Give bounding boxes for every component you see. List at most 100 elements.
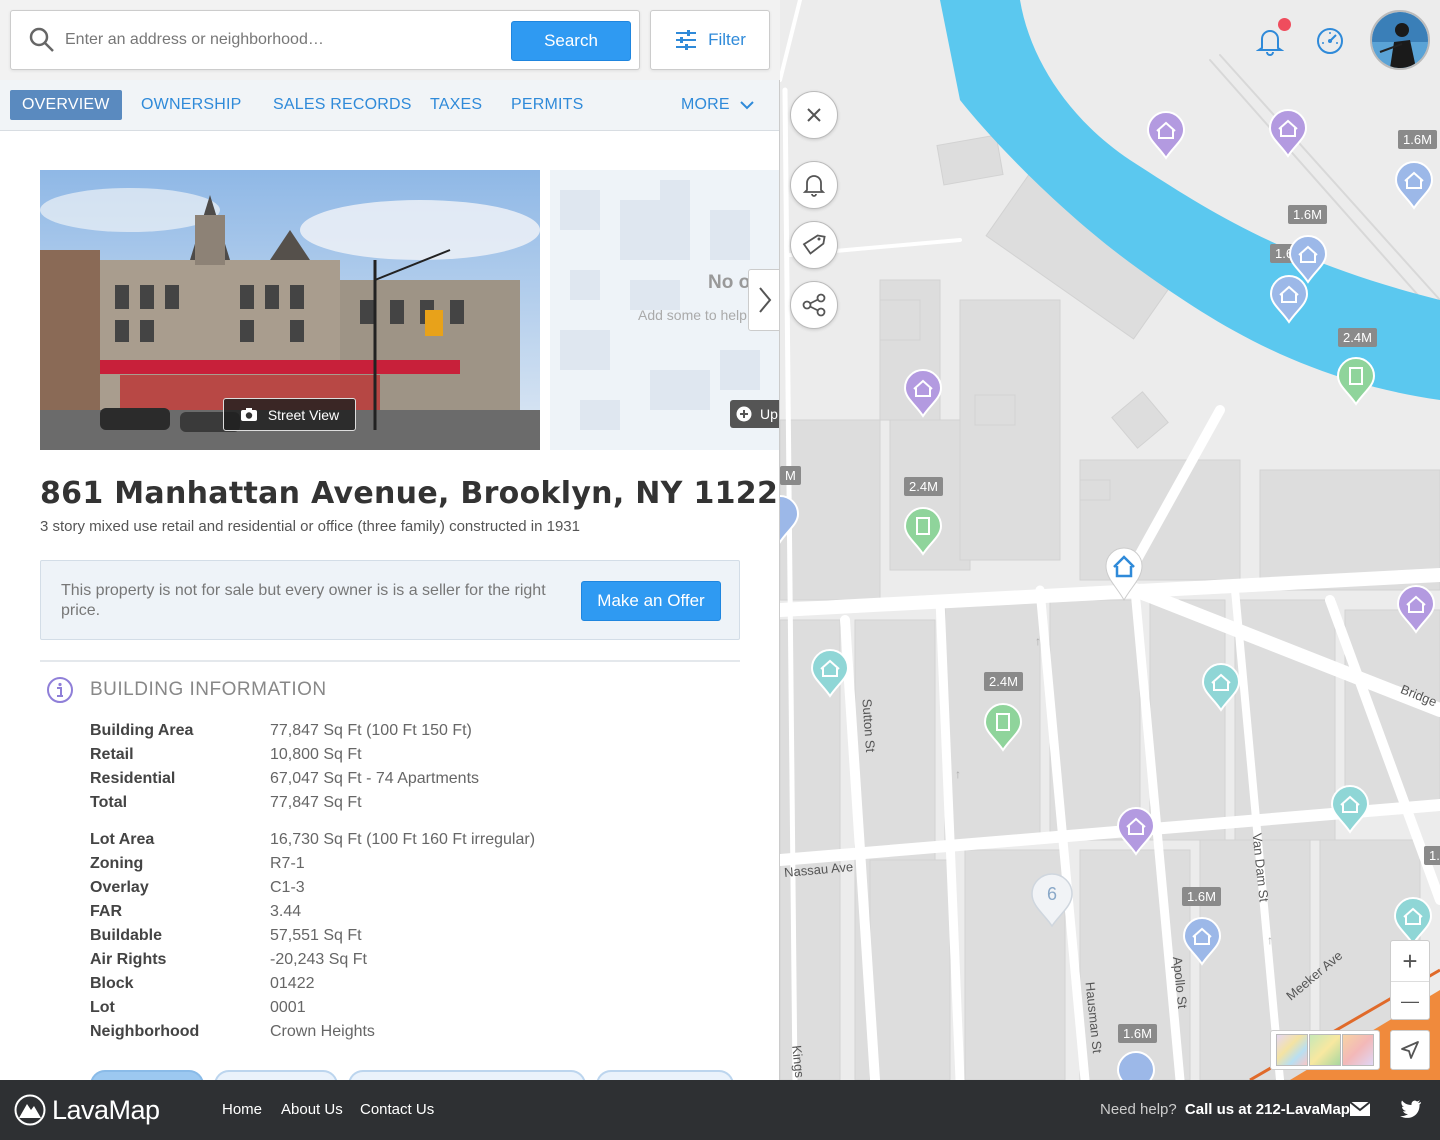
price-label[interactable]: 2.4M [904, 477, 943, 496]
next-photo-button[interactable] [748, 269, 779, 331]
dashboard-gauge-icon[interactable] [1315, 26, 1345, 56]
tag-button[interactable] [790, 221, 838, 269]
property-panel: OVERVIEW OWNERSHIP SALES RECORDS TAXES P… [0, 80, 780, 1080]
teal-house-pin[interactable] [1330, 784, 1370, 834]
tab-overview[interactable]: OVERVIEW [10, 90, 122, 120]
house-pin[interactable] [1146, 110, 1186, 160]
selected-property-pin[interactable] [1104, 546, 1144, 602]
teal-house-pin[interactable] [1201, 662, 1241, 712]
user-avatar[interactable] [1370, 10, 1430, 70]
tab-sales-records[interactable]: SALES RECORDS [273, 90, 412, 120]
info-value: 77,847 Sq Ft (100 Ft 150 Ft) [270, 722, 472, 739]
filter-label: Filter [708, 30, 746, 49]
info-label: Air Rights [90, 951, 167, 968]
help-prefix: Need help? [1100, 1101, 1177, 1118]
mail-icon[interactable] [1350, 1101, 1370, 1117]
layer-thumb-streets[interactable] [1275, 1034, 1308, 1066]
notification-bell-icon[interactable] [1256, 26, 1284, 56]
lavamap-logo[interactable]: LavaMap [14, 1094, 160, 1126]
family-pin[interactable] [1269, 274, 1309, 324]
cluster-pin[interactable]: 6 [1030, 872, 1074, 933]
building-info-title: BUILDING INFORMATION [90, 679, 327, 700]
layer-thumb-landuse[interactable] [1342, 1034, 1375, 1066]
offer-callout: This property is not for sale but every … [40, 560, 740, 640]
price-label[interactable]: 1.6M [1288, 205, 1327, 224]
price-label[interactable]: M [780, 466, 801, 485]
section-divider [40, 660, 740, 662]
house-pin[interactable] [1116, 806, 1156, 856]
tab-taxes[interactable]: TAXES [430, 90, 482, 120]
info-icon [47, 677, 73, 703]
property-address: 861 Manhattan Avenue, Brooklyn, NY 11222 [40, 476, 780, 511]
property-description: 3 story mixed use retail and residential… [40, 518, 580, 535]
price-label[interactable]: 1.6M [1398, 130, 1437, 149]
info-label: Buildable [90, 927, 163, 944]
help-line: Need help? Call us at 212-LavaMap [1100, 1101, 1350, 1118]
tab-more-label: MORE [681, 96, 730, 113]
building-pin[interactable] [1336, 356, 1376, 406]
search-button[interactable]: Search [511, 21, 631, 61]
chip[interactable] [348, 1070, 586, 1080]
info-value: Crown Heights [270, 1023, 375, 1040]
tab-ownership[interactable]: OWNERSHIP [141, 90, 241, 120]
logo-text: LavaMap [52, 1094, 160, 1125]
zoom-out-button[interactable]: — [1391, 981, 1429, 1021]
footer-link-about[interactable]: About Us [281, 1101, 343, 1118]
teal-house-pin[interactable] [1393, 896, 1433, 946]
family-pin[interactable] [1394, 160, 1434, 210]
map-layer-switcher[interactable] [1270, 1030, 1380, 1070]
building-pin[interactable] [903, 506, 943, 556]
alert-button[interactable] [790, 161, 838, 209]
tab-more[interactable]: MORE [681, 90, 754, 120]
chip[interactable] [214, 1070, 338, 1080]
building-pin[interactable] [983, 702, 1023, 752]
chip[interactable] [596, 1070, 734, 1080]
svg-text:↑: ↑ [1035, 634, 1041, 648]
teal-house-pin[interactable] [810, 648, 850, 698]
family-pin[interactable] [1182, 916, 1222, 966]
zoom-in-button[interactable]: + [1391, 941, 1429, 981]
info-value: 01422 [270, 975, 315, 992]
offer-text: This property is not for sale but every … [61, 582, 546, 619]
house-pin[interactable] [903, 368, 943, 418]
price-label[interactable]: 2.4M [1338, 328, 1377, 347]
close-button[interactable] [790, 91, 838, 139]
price-label[interactable]: 1.6M [1118, 1024, 1157, 1043]
locate-button[interactable] [1390, 1030, 1430, 1070]
price-label[interactable]: 1.6 [1424, 846, 1440, 865]
house-pin[interactable] [1396, 584, 1436, 634]
chevron-down-icon [740, 101, 754, 110]
help-phone[interactable]: Call us at 212-LavaMap [1185, 1101, 1350, 1118]
footer-link-contact[interactable]: Contact Us [360, 1101, 434, 1118]
family-pin[interactable] [1116, 1050, 1156, 1080]
info-label: FAR [90, 903, 122, 920]
street-view-label: Street View [267, 406, 340, 423]
info-value: -20,243 Sq Ft [270, 951, 367, 968]
upload-photo-button[interactable]: Up [730, 400, 779, 428]
bell-icon [802, 175, 826, 197]
tab-bar: OVERVIEW OWNERSHIP SALES RECORDS TAXES P… [0, 80, 779, 131]
info-label: Zoning [90, 855, 144, 872]
upload-label: Up [760, 406, 778, 422]
house-pin[interactable] [1268, 108, 1308, 158]
filter-button[interactable]: Filter [650, 10, 770, 70]
map[interactable]: ↑ ↑ ↑ Sutton St Nassau Ave Hausman St Apol… [780, 0, 1440, 1080]
street-view-button[interactable]: Street View [223, 398, 356, 431]
make-offer-button[interactable]: Make an Offer [581, 581, 721, 621]
avatar-image [1372, 12, 1428, 68]
no-photo-subtitle: Add some to help [638, 307, 747, 323]
tab-permits[interactable]: PERMITS [511, 90, 584, 120]
footer-link-home[interactable]: Home [222, 1101, 262, 1118]
svg-text:↑: ↑ [1267, 933, 1273, 947]
info-label: Residential [90, 770, 176, 787]
layer-thumb-zoning[interactable] [1308, 1034, 1341, 1066]
twitter-icon[interactable] [1400, 1100, 1422, 1118]
price-label[interactable]: 1.6M [1182, 887, 1221, 906]
price-label[interactable]: 2.4M [984, 672, 1023, 691]
svg-text:↑: ↑ [955, 767, 961, 781]
camera-icon [240, 408, 257, 421]
chip[interactable] [90, 1070, 204, 1080]
search-input[interactable] [65, 25, 495, 55]
share-button[interactable] [790, 281, 838, 329]
family-pin[interactable] [780, 494, 800, 544]
